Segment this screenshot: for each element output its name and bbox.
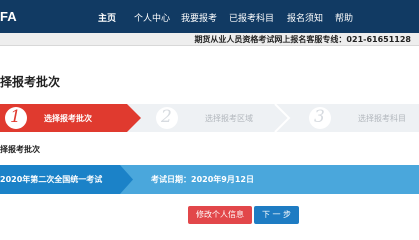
next-step-button[interactable]: 下 一 步 xyxy=(254,206,299,224)
top-nav: FA 主页 个人中心 我要报考 已报考科目 报名须知 帮助 xyxy=(0,0,419,33)
step-3-number: 3 xyxy=(314,107,325,127)
nav-item-register-exam[interactable]: 我要报考 xyxy=(181,11,217,24)
step-progress: 1 选择报考批次 2 选择报考区域 3 选择报考科目 xyxy=(0,104,419,132)
nav-item-help[interactable]: 帮助 xyxy=(335,11,353,24)
edit-personal-info-button[interactable]: 修改个人信息 xyxy=(188,206,252,224)
page-title: 择报考批次 xyxy=(0,75,61,89)
batch-name: 2020年第二次全国统一考试 xyxy=(0,175,103,184)
nav-item-registration-notice[interactable]: 报名须知 xyxy=(287,11,323,24)
step-1-label: 选择报考批次 xyxy=(44,114,92,123)
batch-exam-date: 考试日期：2020年9月12日 xyxy=(151,175,254,184)
hotline-bar: 期货从业人员资格考试网上报名客服专线：021-61651128 xyxy=(0,33,419,46)
step-1-number: 1 xyxy=(10,107,21,127)
step-3-label: 选择报考科目 xyxy=(358,114,406,123)
section-label: 择报考批次 xyxy=(0,145,40,154)
nav-item-home[interactable]: 主页 xyxy=(98,11,116,24)
exam-batch-option[interactable]: 2020年第二次全国统一考试 考试日期：2020年9月12日 xyxy=(0,165,419,194)
step-2-number: 2 xyxy=(161,107,172,127)
logo: FA xyxy=(0,9,17,24)
hotline-text: 期货从业人员资格考试网上报名客服专线：021-61651128 xyxy=(194,35,411,44)
nav-item-personal-center[interactable]: 个人中心 xyxy=(134,11,170,24)
step-2-label: 选择报考区域 xyxy=(205,114,253,123)
nav-item-registered-subjects[interactable]: 已报考科目 xyxy=(229,11,274,24)
